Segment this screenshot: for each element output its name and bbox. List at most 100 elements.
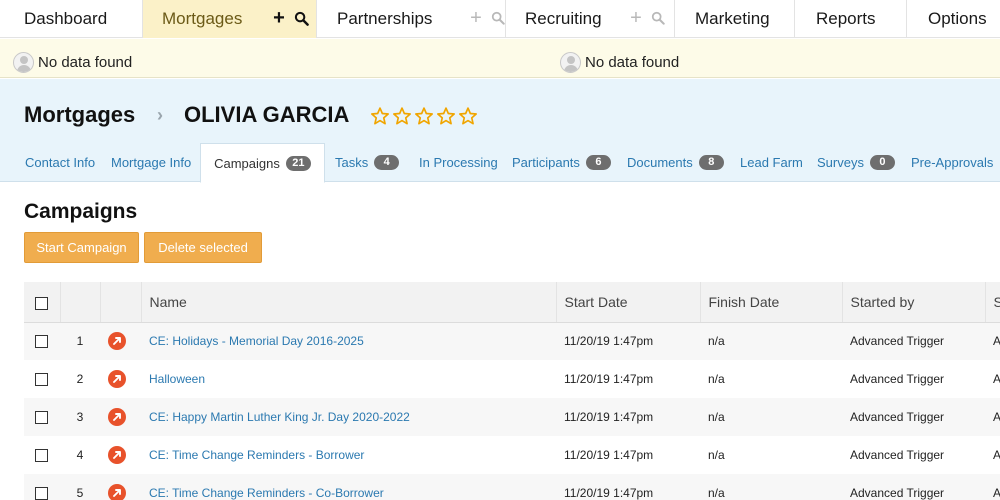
row-number: 1 bbox=[60, 322, 100, 360]
tab-reports[interactable]: Reports bbox=[795, 0, 907, 38]
select-all-cell bbox=[24, 282, 61, 323]
assignee-right-text: No data found bbox=[585, 54, 680, 71]
row-number: 2 bbox=[60, 360, 100, 398]
tab-reports-label: Reports bbox=[816, 9, 876, 28]
subtab-surveys[interactable]: Surveys 0 bbox=[817, 143, 895, 182]
tab-recruiting-label: Recruiting bbox=[525, 9, 602, 28]
row-extra: A bbox=[985, 436, 1000, 474]
add-partnership-icon[interactable]: + bbox=[468, 8, 484, 28]
header-name[interactable]: Name bbox=[141, 282, 557, 323]
row-select-cell bbox=[24, 322, 60, 360]
chevron-right-icon: › bbox=[157, 105, 163, 125]
avatar-placeholder-icon bbox=[13, 52, 34, 73]
tab-recruiting[interactable]: Recruiting + bbox=[506, 0, 675, 38]
assignee-left[interactable]: No data found bbox=[13, 52, 132, 73]
header-finish-date[interactable]: Finish Date bbox=[700, 282, 843, 323]
header-extra[interactable]: S bbox=[985, 282, 1000, 323]
row-select-cell bbox=[24, 398, 60, 436]
row-icon-cell bbox=[100, 436, 141, 474]
subtab-campaigns[interactable]: Campaigns 21 bbox=[200, 143, 325, 183]
subtab-in-processing[interactable]: In Processing bbox=[419, 143, 498, 182]
row-extra: A bbox=[985, 398, 1000, 436]
table-row[interactable]: 3 CE: Happy Martin Luther King Jr. Day 20… bbox=[24, 398, 1000, 436]
select-all-checkbox[interactable] bbox=[35, 296, 48, 310]
row-checkbox[interactable] bbox=[35, 335, 48, 349]
table-row[interactable]: 2 Halloween 11/20/19 1:47pm n/a Advanced Tri… bbox=[24, 360, 1000, 398]
assignee-right[interactable]: No data found bbox=[560, 52, 679, 73]
campaign-name-link[interactable]: CE: Time Change Reminders - Borrower bbox=[149, 448, 364, 462]
breadcrumb-section[interactable]: Mortgages bbox=[24, 102, 135, 128]
campaign-name-link[interactable]: CE: Time Change Reminders - Co-Borrower bbox=[149, 486, 384, 500]
row-icon-cell bbox=[100, 322, 141, 360]
subtab-mortgage-info[interactable]: Mortgage Info bbox=[111, 143, 191, 182]
star-icon[interactable] bbox=[414, 106, 434, 126]
tab-marketing-label: Marketing bbox=[695, 9, 770, 28]
campaign-name-link[interactable]: CE: Holidays - Memorial Day 2016-2025 bbox=[149, 334, 364, 348]
star-icon[interactable] bbox=[370, 106, 390, 126]
tab-options-label: Options bbox=[928, 9, 987, 28]
campaign-name-link[interactable]: Halloween bbox=[149, 372, 205, 386]
subtab-documents[interactable]: Documents 8 bbox=[627, 143, 724, 182]
row-start-date: 11/20/19 1:47pm bbox=[556, 436, 700, 474]
record-name: OLIVIA GARCIA bbox=[184, 102, 350, 127]
count-badge: 4 bbox=[374, 155, 400, 170]
subtab-pre-approvals[interactable]: Pre-Approvals bbox=[911, 143, 993, 182]
table-row[interactable]: 1 CE: Holidays - Memorial Day 2016-2025 11… bbox=[24, 322, 1000, 360]
row-started-by: Advanced Trigger bbox=[842, 436, 985, 474]
row-select-cell bbox=[24, 360, 60, 398]
row-icon-cell bbox=[100, 398, 141, 436]
count-badge: 0 bbox=[869, 155, 895, 170]
rating-stars bbox=[370, 106, 478, 126]
tab-mortgages-label: Mortgages bbox=[162, 9, 243, 28]
row-checkbox[interactable] bbox=[35, 373, 48, 387]
tab-options[interactable]: Options bbox=[907, 0, 1000, 38]
search-partnerships-icon[interactable] bbox=[490, 9, 506, 27]
star-icon[interactable] bbox=[458, 106, 478, 126]
row-finish-date: n/a bbox=[700, 398, 842, 436]
row-started-by: Advanced Trigger bbox=[842, 322, 985, 360]
table-row[interactable]: 5 CE: Time Change Reminders - Co-Borrower… bbox=[24, 474, 1000, 500]
campaign-arrow-icon bbox=[108, 408, 126, 426]
star-icon[interactable] bbox=[392, 106, 412, 126]
subtab-contact-info[interactable]: Contact Info bbox=[25, 143, 95, 182]
row-checkbox[interactable] bbox=[35, 411, 48, 425]
star-icon[interactable] bbox=[436, 106, 456, 126]
subtab-label: Campaigns bbox=[214, 155, 280, 171]
subtab-label: Documents bbox=[627, 155, 693, 170]
add-recruit-icon[interactable]: + bbox=[628, 8, 644, 28]
row-checkbox[interactable] bbox=[35, 487, 48, 500]
tab-dashboard[interactable]: Dashboard bbox=[0, 0, 143, 38]
count-badge: 21 bbox=[285, 155, 311, 171]
header-start-date[interactable]: Start Date bbox=[556, 282, 701, 323]
row-checkbox[interactable] bbox=[35, 449, 48, 463]
campaign-arrow-icon bbox=[108, 370, 126, 388]
subtab-lead-farm[interactable]: Lead Farm bbox=[740, 143, 803, 182]
row-select-cell bbox=[24, 436, 60, 474]
header-started-by[interactable]: Started by bbox=[842, 282, 986, 323]
start-campaign-button[interactable]: Start Campaign bbox=[24, 232, 139, 263]
row-started-by: Advanced Trigger bbox=[842, 474, 985, 500]
delete-selected-button[interactable]: Delete selected bbox=[144, 232, 262, 263]
tab-marketing[interactable]: Marketing bbox=[675, 0, 795, 38]
campaign-arrow-icon bbox=[108, 446, 126, 464]
row-extra: A bbox=[985, 360, 1000, 398]
record-subtabs: Contact Info Mortgage Info Campaigns 21 T… bbox=[0, 143, 1000, 183]
row-icon-cell bbox=[100, 474, 141, 500]
tab-partnerships[interactable]: Partnerships + bbox=[317, 0, 506, 38]
campaigns-table: Name Start Date Finish Date Started by S… bbox=[24, 282, 1000, 500]
tab-dashboard-label: Dashboard bbox=[24, 9, 108, 28]
search-recruiting-icon[interactable] bbox=[650, 9, 666, 27]
tab-mortgages[interactable]: Mortgages + bbox=[143, 0, 317, 38]
row-select-cell bbox=[24, 474, 60, 500]
campaign-name-link[interactable]: CE: Happy Martin Luther King Jr. Day 202… bbox=[149, 410, 410, 424]
row-number: 5 bbox=[60, 474, 100, 500]
row-start-date: 11/20/19 1:47pm bbox=[556, 398, 700, 436]
row-name: CE: Time Change Reminders - Borrower bbox=[141, 436, 556, 474]
subtab-participants[interactable]: Participants 6 bbox=[512, 143, 611, 182]
subtab-tasks[interactable]: Tasks 4 bbox=[335, 143, 400, 182]
table-row[interactable]: 4 CE: Time Change Reminders - Borrower 11/… bbox=[24, 436, 1000, 474]
add-mortgage-icon[interactable]: + bbox=[271, 8, 287, 28]
subtab-label: In Processing bbox=[419, 155, 498, 170]
search-mortgages-icon[interactable] bbox=[293, 9, 309, 27]
subtab-label: Participants bbox=[512, 155, 580, 170]
